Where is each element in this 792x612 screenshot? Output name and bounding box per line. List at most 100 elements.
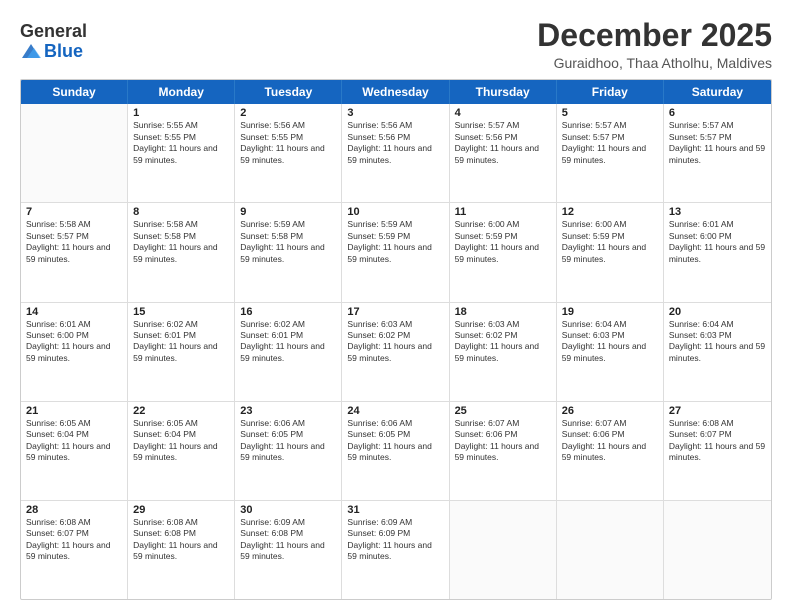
table-row: 30 Sunrise: 6:09 AMSunset: 6:08 PMDaylig… xyxy=(235,501,342,599)
day-number: 9 xyxy=(240,206,336,218)
day-header: Sunday xyxy=(21,80,128,104)
cell-info: Sunrise: 6:02 AMSunset: 6:01 PMDaylight:… xyxy=(133,319,217,363)
cell-info: Sunrise: 5:58 AMSunset: 5:58 PMDaylight:… xyxy=(133,219,217,263)
day-number: 29 xyxy=(133,504,229,516)
day-number: 18 xyxy=(455,306,551,318)
cell-info: Sunrise: 5:57 AMSunset: 5:56 PMDaylight:… xyxy=(455,120,539,164)
table-row: 5 Sunrise: 5:57 AMSunset: 5:57 PMDayligh… xyxy=(557,104,664,202)
cell-info: Sunrise: 6:08 AMSunset: 6:07 PMDaylight:… xyxy=(26,517,110,561)
header-right: December 2025 Guraidhoo, Thaa Atholhu, M… xyxy=(537,18,772,71)
table-row: 11 Sunrise: 6:00 AMSunset: 5:59 PMDaylig… xyxy=(450,203,557,301)
day-header: Friday xyxy=(557,80,664,104)
day-number: 26 xyxy=(562,405,658,417)
cell-info: Sunrise: 6:03 AMSunset: 6:02 PMDaylight:… xyxy=(347,319,431,363)
day-number: 15 xyxy=(133,306,229,318)
day-number: 27 xyxy=(669,405,766,417)
table-row: 9 Sunrise: 5:59 AMSunset: 5:58 PMDayligh… xyxy=(235,203,342,301)
table-row: 19 Sunrise: 6:04 AMSunset: 6:03 PMDaylig… xyxy=(557,303,664,401)
table-row: 25 Sunrise: 6:07 AMSunset: 6:06 PMDaylig… xyxy=(450,402,557,500)
cell-info: Sunrise: 5:56 AMSunset: 5:56 PMDaylight:… xyxy=(347,120,431,164)
cell-info: Sunrise: 5:56 AMSunset: 5:55 PMDaylight:… xyxy=(240,120,324,164)
cell-info: Sunrise: 6:08 AMSunset: 6:08 PMDaylight:… xyxy=(133,517,217,561)
day-number: 5 xyxy=(562,107,658,119)
day-number: 10 xyxy=(347,206,443,218)
table-row xyxy=(557,501,664,599)
cell-info: Sunrise: 6:09 AMSunset: 6:08 PMDaylight:… xyxy=(240,517,324,561)
table-row xyxy=(21,104,128,202)
table-row: 23 Sunrise: 6:06 AMSunset: 6:05 PMDaylig… xyxy=(235,402,342,500)
table-row: 4 Sunrise: 5:57 AMSunset: 5:56 PMDayligh… xyxy=(450,104,557,202)
table-row: 15 Sunrise: 6:02 AMSunset: 6:01 PMDaylig… xyxy=(128,303,235,401)
table-row: 2 Sunrise: 5:56 AMSunset: 5:55 PMDayligh… xyxy=(235,104,342,202)
day-number: 11 xyxy=(455,206,551,218)
table-row xyxy=(664,501,771,599)
day-header: Thursday xyxy=(450,80,557,104)
cell-info: Sunrise: 6:01 AMSunset: 6:00 PMDaylight:… xyxy=(669,219,765,263)
day-number: 14 xyxy=(26,306,122,318)
table-row: 18 Sunrise: 6:03 AMSunset: 6:02 PMDaylig… xyxy=(450,303,557,401)
cell-info: Sunrise: 6:09 AMSunset: 6:09 PMDaylight:… xyxy=(347,517,431,561)
cell-info: Sunrise: 6:07 AMSunset: 6:06 PMDaylight:… xyxy=(455,418,539,462)
calendar-body: 1 Sunrise: 5:55 AMSunset: 5:55 PMDayligh… xyxy=(21,104,771,599)
day-number: 13 xyxy=(669,206,766,218)
cell-info: Sunrise: 5:57 AMSunset: 5:57 PMDaylight:… xyxy=(562,120,646,164)
table-row: 24 Sunrise: 6:06 AMSunset: 6:05 PMDaylig… xyxy=(342,402,449,500)
logo-blue-label: Blue xyxy=(44,42,83,60)
table-row: 13 Sunrise: 6:01 AMSunset: 6:00 PMDaylig… xyxy=(664,203,771,301)
day-number: 6 xyxy=(669,107,766,119)
table-row: 26 Sunrise: 6:07 AMSunset: 6:06 PMDaylig… xyxy=(557,402,664,500)
day-number: 8 xyxy=(133,206,229,218)
table-row: 10 Sunrise: 5:59 AMSunset: 5:59 PMDaylig… xyxy=(342,203,449,301)
table-row: 16 Sunrise: 6:02 AMSunset: 6:01 PMDaylig… xyxy=(235,303,342,401)
table-row: 22 Sunrise: 6:05 AMSunset: 6:04 PMDaylig… xyxy=(128,402,235,500)
cell-info: Sunrise: 6:03 AMSunset: 6:02 PMDaylight:… xyxy=(455,319,539,363)
day-number: 17 xyxy=(347,306,443,318)
header: General Blue December 2025 Guraidhoo, Th… xyxy=(20,18,772,71)
day-number: 21 xyxy=(26,405,122,417)
day-header: Monday xyxy=(128,80,235,104)
table-row xyxy=(450,501,557,599)
day-number: 23 xyxy=(240,405,336,417)
table-row: 7 Sunrise: 5:58 AMSunset: 5:57 PMDayligh… xyxy=(21,203,128,301)
calendar: SundayMondayTuesdayWednesdayThursdayFrid… xyxy=(20,79,772,600)
day-number: 31 xyxy=(347,504,443,516)
day-number: 20 xyxy=(669,306,766,318)
month-title: December 2025 xyxy=(537,18,772,53)
calendar-row: 1 Sunrise: 5:55 AMSunset: 5:55 PMDayligh… xyxy=(21,104,771,203)
day-number: 25 xyxy=(455,405,551,417)
table-row: 27 Sunrise: 6:08 AMSunset: 6:07 PMDaylig… xyxy=(664,402,771,500)
table-row: 21 Sunrise: 6:05 AMSunset: 6:04 PMDaylig… xyxy=(21,402,128,500)
calendar-row: 7 Sunrise: 5:58 AMSunset: 5:57 PMDayligh… xyxy=(21,203,771,302)
table-row: 20 Sunrise: 6:04 AMSunset: 6:03 PMDaylig… xyxy=(664,303,771,401)
day-number: 1 xyxy=(133,107,229,119)
table-row: 28 Sunrise: 6:08 AMSunset: 6:07 PMDaylig… xyxy=(21,501,128,599)
cell-info: Sunrise: 6:06 AMSunset: 6:05 PMDaylight:… xyxy=(347,418,431,462)
day-number: 22 xyxy=(133,405,229,417)
logo: General Blue xyxy=(20,22,87,62)
cell-info: Sunrise: 6:05 AMSunset: 6:04 PMDaylight:… xyxy=(133,418,217,462)
cell-info: Sunrise: 5:57 AMSunset: 5:57 PMDaylight:… xyxy=(669,120,765,164)
page: General Blue December 2025 Guraidhoo, Th… xyxy=(0,0,792,612)
day-header: Wednesday xyxy=(342,80,449,104)
cell-info: Sunrise: 6:07 AMSunset: 6:06 PMDaylight:… xyxy=(562,418,646,462)
table-row: 3 Sunrise: 5:56 AMSunset: 5:56 PMDayligh… xyxy=(342,104,449,202)
logo-general-text: General xyxy=(20,22,87,40)
day-number: 19 xyxy=(562,306,658,318)
day-number: 12 xyxy=(562,206,658,218)
calendar-row: 28 Sunrise: 6:08 AMSunset: 6:07 PMDaylig… xyxy=(21,501,771,599)
table-row: 31 Sunrise: 6:09 AMSunset: 6:09 PMDaylig… xyxy=(342,501,449,599)
cell-info: Sunrise: 6:05 AMSunset: 6:04 PMDaylight:… xyxy=(26,418,110,462)
cell-info: Sunrise: 6:02 AMSunset: 6:01 PMDaylight:… xyxy=(240,319,324,363)
cell-info: Sunrise: 6:06 AMSunset: 6:05 PMDaylight:… xyxy=(240,418,324,462)
day-number: 7 xyxy=(26,206,122,218)
day-number: 30 xyxy=(240,504,336,516)
cell-info: Sunrise: 6:04 AMSunset: 6:03 PMDaylight:… xyxy=(562,319,646,363)
table-row: 17 Sunrise: 6:03 AMSunset: 6:02 PMDaylig… xyxy=(342,303,449,401)
table-row: 1 Sunrise: 5:55 AMSunset: 5:55 PMDayligh… xyxy=(128,104,235,202)
table-row: 6 Sunrise: 5:57 AMSunset: 5:57 PMDayligh… xyxy=(664,104,771,202)
calendar-header: SundayMondayTuesdayWednesdayThursdayFrid… xyxy=(21,80,771,104)
cell-info: Sunrise: 5:58 AMSunset: 5:57 PMDaylight:… xyxy=(26,219,110,263)
day-number: 24 xyxy=(347,405,443,417)
table-row: 8 Sunrise: 5:58 AMSunset: 5:58 PMDayligh… xyxy=(128,203,235,301)
day-number: 4 xyxy=(455,107,551,119)
